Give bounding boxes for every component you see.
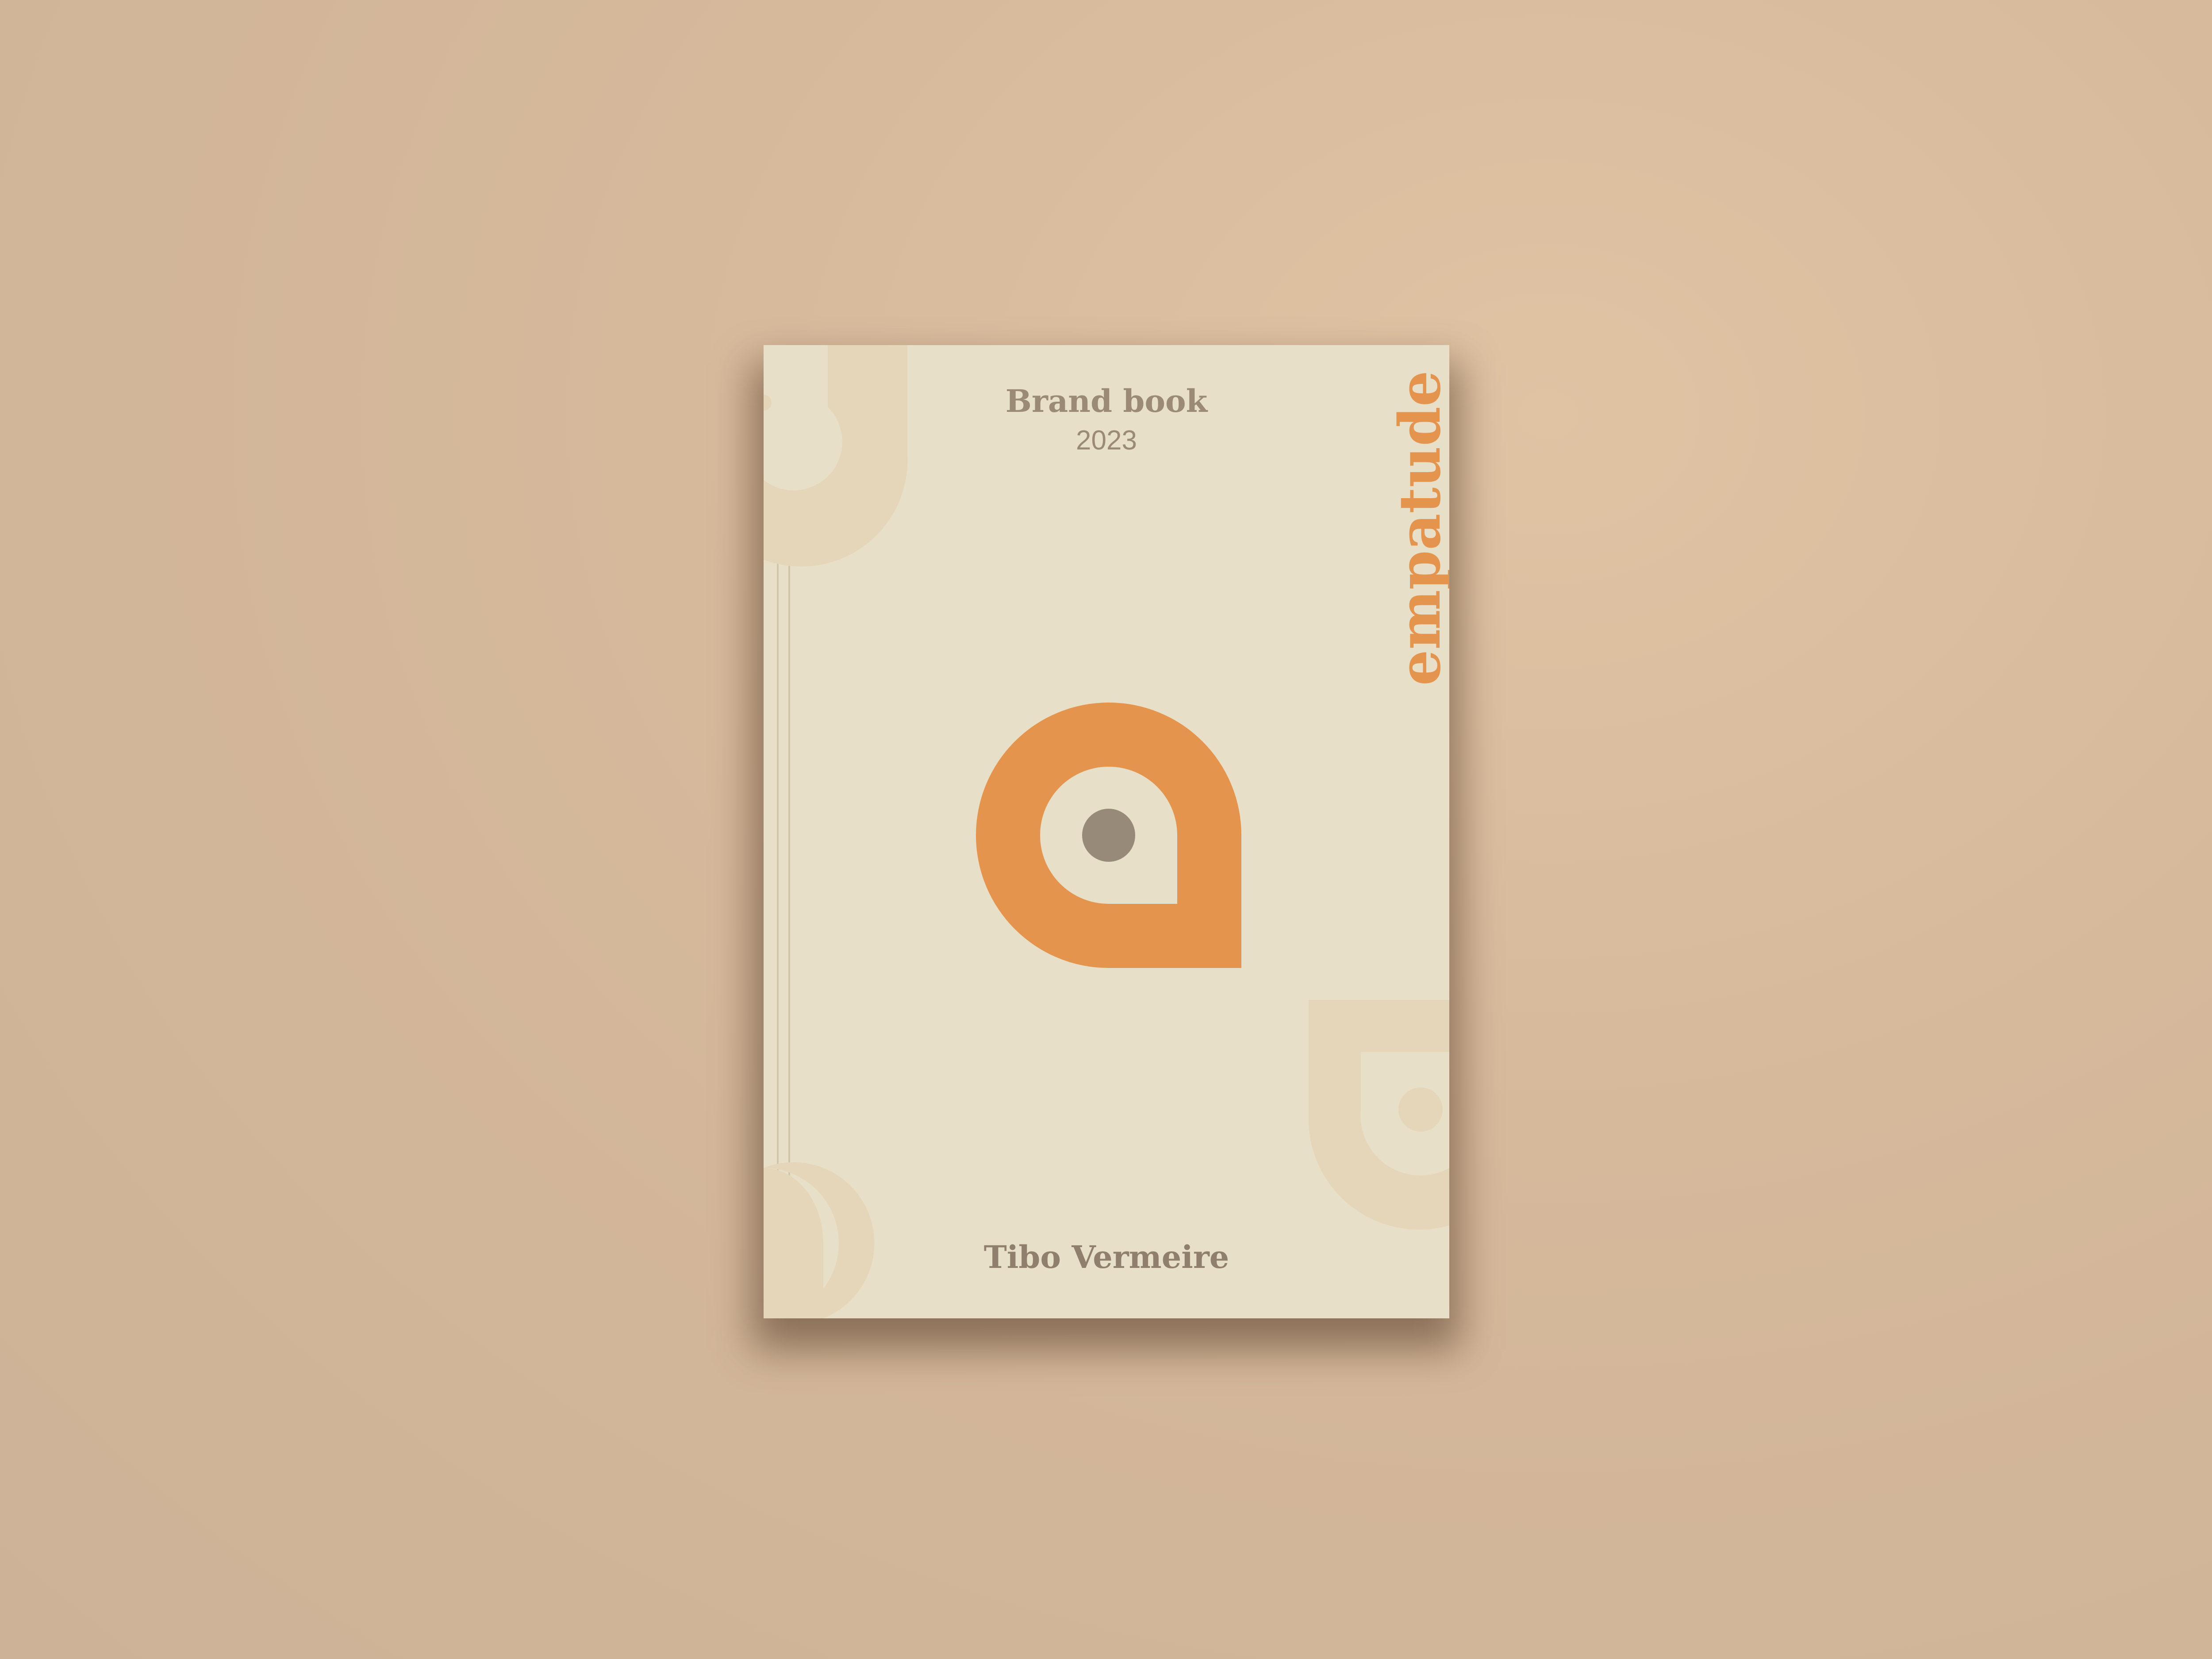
brand-book-cover: Brand book 2023 empatude Tibo Vermeire (764, 345, 1449, 1318)
book-author: Tibo Vermeire (983, 1239, 1229, 1275)
book-title: Brand book (1005, 383, 1208, 419)
arc-decoration-bottom-right (1308, 1000, 1449, 1230)
book-year: 2023 (1076, 425, 1137, 456)
brand-wordmark-text: empatude (1387, 370, 1449, 686)
teardrop-pin-logo-icon (976, 703, 1241, 968)
